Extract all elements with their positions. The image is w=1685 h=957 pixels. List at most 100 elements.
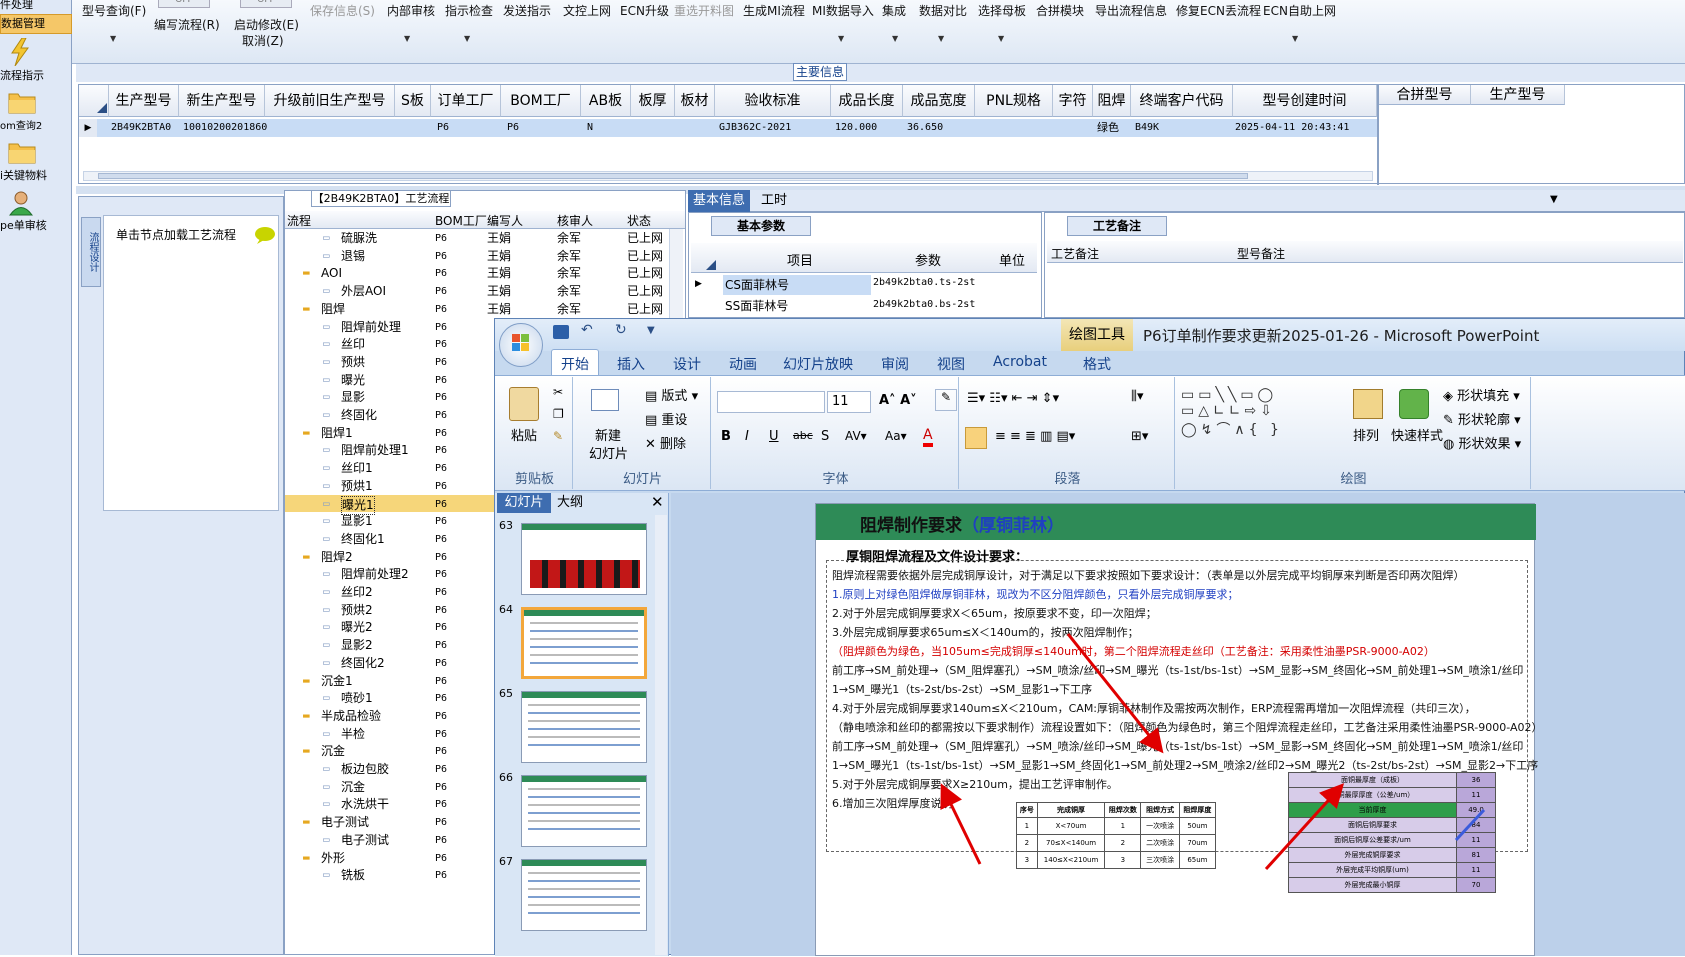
col-header[interactable]: 项目 — [787, 250, 813, 269]
col-header[interactable]: 阻焊 — [1093, 85, 1131, 117]
tab-basic-info[interactable]: 基本信息 — [688, 190, 750, 212]
doc-online-button[interactable]: 文控上网 — [563, 2, 611, 19]
chevron-down-icon[interactable]: ▼ — [464, 34, 470, 43]
chevron-down-icon[interactable]: ▼ — [404, 34, 410, 43]
select-mother-board-button[interactable]: 选择母板 — [978, 2, 1026, 19]
folder-icon[interactable] — [8, 140, 36, 166]
bold-icon[interactable]: B — [721, 429, 731, 444]
slide-thumbnail[interactable] — [521, 607, 647, 679]
quick-styles-icon[interactable] — [1399, 389, 1429, 419]
close-icon[interactable]: ✕ — [651, 493, 664, 511]
italic-icon[interactable]: I — [745, 429, 749, 444]
edit-flow-button[interactable]: 编写流程(R) — [154, 16, 220, 33]
col-header[interactable]: 型号创建时间 — [1233, 85, 1377, 117]
col-header[interactable]: 型号备注 — [1237, 245, 1285, 262]
tree-row[interactable]: ▭ 外层AOI P6 王娟 余军 已上网 — [285, 282, 669, 299]
tab-slideshow[interactable]: 幻灯片放映 — [783, 354, 853, 374]
layout-button[interactable]: ▤ 版式 ▾ — [645, 385, 698, 404]
internal-review-button[interactable]: 内部审核 — [387, 2, 435, 19]
param-item[interactable]: CS面菲林号 — [723, 275, 871, 295]
reset-button[interactable]: ▤ 重设 — [645, 409, 687, 428]
col-header[interactable]: 生产型号 — [1471, 85, 1565, 105]
col-header[interactable]: 参数 — [915, 250, 941, 269]
ecn-upgrade-button[interactable]: ECN升级 — [620, 2, 669, 19]
col-header[interactable]: 流程 — [287, 212, 311, 229]
office-button[interactable] — [499, 323, 543, 367]
new-slide-button-line2[interactable]: 幻灯片 — [589, 443, 628, 462]
nav-item-bom-query[interactable]: om查询2 — [0, 117, 72, 133]
underline-icon[interactable]: U — [769, 429, 779, 444]
toggle-off-2[interactable]: OFF — [240, 0, 292, 8]
col-header[interactable]: 新生产型号 — [179, 85, 265, 117]
nav-item-flow-instruction[interactable]: 流程指示 — [0, 67, 72, 83]
nav-item-spec-review[interactable]: pe单审核 — [0, 217, 72, 233]
start-modify-button[interactable]: 启动修改(E) — [234, 16, 299, 33]
reselect-cut-map-button[interactable]: 重选开料图 — [674, 2, 734, 19]
format-painter-icon[interactable]: ✎ — [553, 429, 563, 443]
chevron-down-icon[interactable]: ▼ — [892, 34, 898, 43]
slide[interactable]: 阻焊制作要求（厚铜菲林） 厚铜阻焊流程及文件设计要求： 阻焊流程需要依据外层完成… — [815, 503, 1543, 956]
tab-acrobat[interactable]: Acrobat — [993, 354, 1047, 370]
quick-styles-button[interactable]: 快速样式 — [1391, 425, 1443, 444]
col-header[interactable]: S板 — [395, 85, 431, 117]
tab-flow-design[interactable]: 流程设计 — [81, 217, 101, 287]
tab-design[interactable]: 设计 — [673, 354, 701, 374]
fix-ecn-flow-button[interactable]: 修复ECN丢流程 — [1176, 2, 1261, 19]
param-value[interactable]: 2b49k2bta0.ts-2st — [873, 277, 975, 288]
chevron-down-icon[interactable]: ▼ — [1292, 34, 1298, 43]
tab-format[interactable]: 格式 — [1083, 354, 1111, 374]
gen-mi-flow-button[interactable]: 生成MI流程 — [743, 2, 805, 19]
col-header[interactable]: 升级前旧生产型号 — [265, 85, 395, 117]
save-info-button[interactable]: 保存信息(S) — [310, 2, 375, 19]
thumbs-scrollbar[interactable] — [655, 515, 667, 955]
col-header[interactable]: 板材 — [675, 85, 715, 117]
redo-icon[interactable]: ↻ — [615, 322, 627, 338]
data-compare-button[interactable]: 数据对比 — [919, 2, 967, 19]
bullets-icon[interactable]: ☰▾ ☷▾ ⇤ ⇥ ⇕▾ — [967, 391, 1059, 406]
col-header[interactable]: 成品长度 — [831, 85, 903, 117]
model-query-button[interactable]: 型号查询(F) — [82, 2, 146, 19]
ecn-self-online-button[interactable]: ECN自助上网 — [1263, 2, 1336, 19]
folder-icon[interactable] — [8, 90, 36, 116]
qat-customize-icon[interactable]: ▼ — [647, 325, 655, 336]
chevron-down-icon[interactable]: ▼ — [838, 34, 844, 43]
col-header[interactable]: AB板 — [581, 85, 631, 117]
save-icon[interactable] — [553, 325, 569, 339]
slide-thumbnail[interactable] — [521, 691, 647, 763]
tab-review[interactable]: 审阅 — [881, 354, 909, 374]
tab-work-hours[interactable]: 工时 — [754, 190, 794, 212]
paste-button[interactable]: 粘贴 — [511, 425, 537, 444]
col-header[interactable]: BOM工厂 — [501, 85, 581, 117]
horizontal-scrollbar[interactable] — [83, 171, 1373, 181]
undo-icon[interactable]: ↶ — [581, 322, 593, 338]
col-header[interactable]: 字符 — [1053, 85, 1093, 117]
strikethrough-icon[interactable]: abc — [793, 429, 813, 442]
export-flow-button[interactable]: 导出流程信息 — [1095, 2, 1167, 19]
col-header[interactable]: 状态 — [627, 212, 651, 229]
text-direction-icon[interactable]: ⫼▾ — [1131, 389, 1144, 404]
param-value[interactable]: 2b49k2bta0.bs-2st — [873, 299, 975, 310]
font-name-input[interactable] — [717, 391, 825, 413]
tree-row[interactable]: ▭ 硫脲洗 P6 王娟 余军 已上网 — [285, 229, 669, 246]
instruction-check-button[interactable]: 指示检查 — [445, 2, 493, 19]
chevron-down-icon[interactable]: ▼ — [1550, 194, 1558, 205]
col-header[interactable]: 板厚 — [631, 85, 675, 117]
new-slide-icon[interactable] — [591, 389, 619, 411]
grow-font-icon[interactable]: A˄ A˅ — [879, 393, 917, 408]
nav-item-data-manage[interactable]: 数据管理 — [0, 14, 72, 34]
chevron-down-icon[interactable]: ▼ — [938, 34, 944, 43]
col-header[interactable]: 单位 — [999, 250, 1025, 269]
lightning-icon[interactable] — [8, 37, 34, 67]
chevron-down-icon[interactable]: ▼ — [110, 34, 116, 43]
tab-slides[interactable]: 幻灯片 — [497, 493, 551, 513]
align-left-icon[interactable] — [965, 427, 987, 449]
slide-thumbnail[interactable] — [521, 859, 647, 931]
delete-button[interactable]: ✕ 删除 — [645, 433, 686, 452]
tab-outline[interactable]: 大纲 — [557, 493, 583, 513]
arrange-icon[interactable] — [1353, 389, 1383, 419]
col-header[interactable]: 验收标准 — [715, 85, 831, 117]
cut-icon[interactable]: ✂ — [553, 385, 563, 399]
shapes-gallery[interactable]: ▭▭╲╲▭◯ ▭△∟∟⇨⇩ ◯↯⌒∧{ } — [1181, 387, 1283, 439]
change-case-icon[interactable]: Aa▾ — [885, 429, 907, 443]
col-header[interactable]: 编写人 — [487, 212, 523, 229]
